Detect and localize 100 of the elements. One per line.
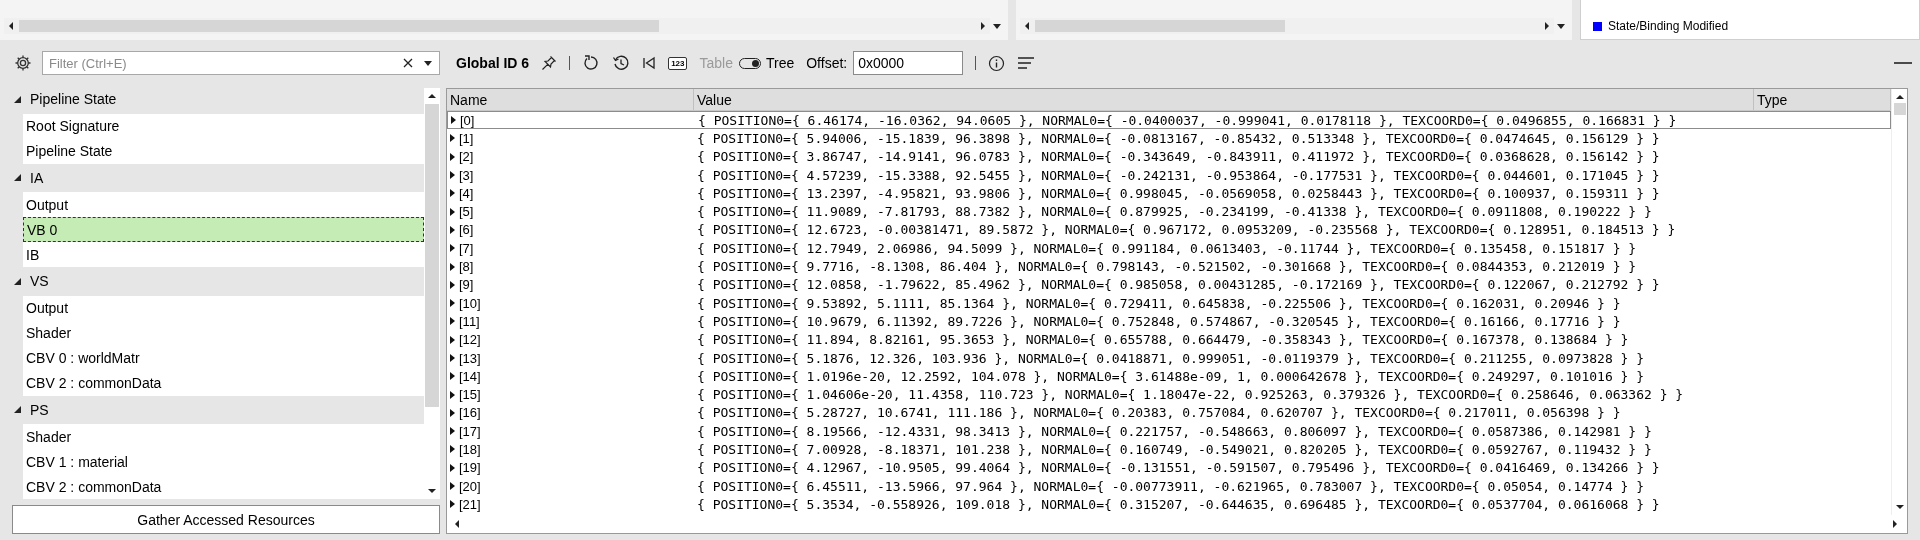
- scroll-down-icon[interactable]: [1894, 503, 1905, 511]
- scroll-right-icon[interactable]: [1543, 21, 1551, 31]
- caret-icon[interactable]: [13, 405, 22, 415]
- element-value: { POSITION0={ 1.04606e-20, 11.4358, 110.723 }, NORMAL0={ 1.18047e-22, 0.925263, 0.379326 }, TEXCOORD0={ 0.258646, 0.063362 } }: [696, 387, 1685, 403]
- expand-arrow-icon[interactable]: [449, 353, 456, 363]
- column-header[interactable]: Value: [694, 89, 1754, 110]
- expand-arrow-icon[interactable]: [449, 407, 456, 418]
- pin-icon[interactable]: [541, 55, 558, 71]
- table-row[interactable]: [11] { POSITION0={ 10.9679, 6.11392, 89.7226 }, NORMAL0={ 0.752848, 0.574867, -0.320545 }, TEXCOORD0={ 0.16166, 0.17716 } }: [447, 312, 1891, 331]
- table-row[interactable]: [21] { POSITION0={ 5.3534, -0.558926, 109.018 }, NORMAL0={ 0.315207, -0.644635, 0.696485 }, TEXCOORD0={ 0.0537704, 0.0616068 } }: [447, 495, 1891, 514]
- tree-item[interactable]: Shader: [23, 320, 424, 346]
- expand-arrow-icon[interactable]: [449, 316, 456, 327]
- table-row[interactable]: [6] { POSITION0={ 12.6723, -0.00381471, 89.5872 }, NORMAL0={ 0.967172, 0.0953209, -0.235568 }, TEXCOORD0={ 0.128951, 0.184513 } }: [447, 220, 1891, 240]
- element-value: { POSITION0={ 12.6723, -0.00381471, 89.5872 }, NORMAL0={ 0.967172, 0.0953209, -0.235568 }, TEXCOORD0={ 0.128951, 0.184513 } }: [696, 222, 1677, 238]
- offset-field[interactable]: 0x0000: [853, 51, 964, 75]
- tree-item[interactable]: Root Signature: [23, 113, 424, 139]
- tree-item[interactable]: VB 0: [23, 217, 424, 242]
- info-icon[interactable]: [988, 54, 1006, 72]
- tree-item[interactable]: Output: [23, 295, 424, 321]
- tree-group[interactable]: PS: [8, 398, 424, 421]
- table-row[interactable]: [1] { POSITION0={ 5.94006, -15.1839, 96.3898 }, NORMAL0={ -0.0813167, -0.85432, 0.513348 }, TEXCOORD0={ 0.0474645, 0.156129 } }: [447, 129, 1891, 148]
- scroll-left-icon[interactable]: [7, 21, 15, 31]
- table-row[interactable]: [7] { POSITION0={ 12.7949, 2.06986, 94.5099 }, NORMAL0={ 0.991184, 0.0613403, -0.11744 }, TEXCOORD0={ 0.135458, 0.151817 } }: [447, 239, 1891, 258]
- horizontal-scrollbar[interactable]: [1020, 18, 1554, 34]
- scroll-up-icon[interactable]: [427, 92, 437, 100]
- table-row[interactable]: [12] { POSITION0={ 11.894, 8.82161, 95.3653 }, NORMAL0={ 0.655788, 0.664479, -0.358343 }, TEXCOORD0={ 0.167378, 0.138684 } }: [447, 330, 1891, 349]
- tree-group[interactable]: Pipeline State: [8, 88, 424, 111]
- table-row[interactable]: [13] { POSITION0={ 5.1876, 12.326, 103.936 }, NORMAL0={ 0.0418871, 0.999051, -0.0119379 }, TEXCOORD0={ 0.211255, 0.0973828 } }: [447, 348, 1891, 368]
- expand-arrow-icon[interactable]: [449, 133, 456, 144]
- table-row[interactable]: [8] { POSITION0={ 9.7716, -8.1308, 86.404 }, NORMAL0={ 0.798143, -0.521502, -0.301668 }, TEXCOORD0={ 0.0844353, 0.212019 } }: [447, 257, 1891, 276]
- tree-group[interactable]: VS: [8, 270, 424, 293]
- tree-item[interactable]: CBV 1 : material: [23, 449, 424, 474]
- clear-icon[interactable]: [402, 57, 414, 69]
- scroll-right-icon[interactable]: [1891, 519, 1899, 529]
- table-row[interactable]: [0] { POSITION0={ 6.46174, -16.0362, 94.0605 }, NORMAL0={ -0.0400037, -0.999041, 0.0178118 }, TEXCOORD0={ 0.0496855, 0.166831 } }: [447, 111, 1891, 130]
- number-format-button[interactable]: 123: [668, 56, 688, 70]
- table-row[interactable]: [17] { POSITION0={ 8.19566, -12.4331, 98.3413 }, NORMAL0={ 0.221757, -0.548663, 0.806097 }, TEXCOORD0={ 0.0587386, 0.142981 } }: [447, 422, 1891, 441]
- tree-item[interactable]: IB: [23, 242, 424, 267]
- expand-arrow-icon[interactable]: [449, 188, 456, 199]
- tree-group[interactable]: IA: [8, 166, 424, 189]
- scroll-left-icon[interactable]: [1023, 21, 1031, 31]
- table-row[interactable]: [2] { POSITION0={ 3.86747, -14.9141, 96.0783 }, NORMAL0={ -0.343649, -0.843911, 0.411972 }, TEXCOORD0={ 0.0368628, 0.156142 } }: [447, 147, 1891, 166]
- caret-icon[interactable]: [13, 94, 22, 104]
- expand-arrow-icon[interactable]: [449, 334, 456, 345]
- expand-arrow-icon[interactable]: [449, 224, 456, 235]
- horizontal-scrollbar[interactable]: [4, 18, 990, 34]
- table-row[interactable]: [4] { POSITION0={ 13.2397, -4.95821, 93.9806 }, NORMAL0={ 0.998045, -0.0569058, 0.0258443 }, TEXCOORD0={ 0.100937, 0.159311 } }: [447, 184, 1891, 203]
- tree-item[interactable]: Output: [23, 192, 424, 217]
- element-value: { POSITION0={ 8.19566, -12.4331, 98.3413 }, NORMAL0={ 0.221757, -0.548663, 0.806097 }, TEXCOORD0={ 0.0587386, 0.142981 } }: [696, 423, 1653, 439]
- table-row[interactable]: [14] { POSITION0={ 1.0196e-20, 12.2592, 104.078 }, NORMAL0={ 3.61488e-09, 1, 0.000642678 }, TEXCOORD0={ 0.249297, 0.101016 } }: [447, 367, 1891, 386]
- expand-arrow-icon[interactable]: [449, 170, 456, 181]
- vertical-scrollbar[interactable]: [1891, 89, 1907, 515]
- scroll-left-icon[interactable]: [453, 519, 461, 529]
- scroll-up-icon[interactable]: [1894, 93, 1905, 101]
- scroll-right-icon[interactable]: [979, 21, 987, 31]
- expand-arrow-icon[interactable]: [449, 426, 456, 437]
- step-back-icon[interactable]: [642, 56, 657, 70]
- element-index: [17]: [459, 423, 481, 439]
- table-row[interactable]: [15] { POSITION0={ 1.04606e-20, 11.4358, 110.723 }, NORMAL0={ 1.18047e-22, 0.925263, 0.379326 }, TEXCOORD0={ 0.258646, 0.063362 } }: [447, 385, 1891, 404]
- table-row[interactable]: [16] { POSITION0={ 5.28727, 10.6741, 111.186 }, NORMAL0={ 0.20383, 0.757084, 0.620707 }, TEXCOORD0={ 0.217011, 0.056398 } }: [447, 403, 1891, 423]
- table-row[interactable]: [3] { POSITION0={ 4.57239, -15.3388, 92.5455 }, NORMAL0={ -0.242131, -0.953864, -0.177531 }, TEXCOORD0={ 0.044601, 0.171045 } }: [447, 165, 1891, 185]
- element-index: [15]: [459, 387, 481, 403]
- caret-icon[interactable]: [13, 276, 22, 286]
- tree-item[interactable]: Pipeline State: [23, 138, 424, 164]
- table-row[interactable]: [10] { POSITION0={ 9.53892, 5.1111, 85.1364 }, NORMAL0={ 0.729411, 0.645838, -0.225506 }, TEXCOORD0={ 0.162031, 0.20946 } }: [447, 293, 1891, 313]
- expand-arrow-icon[interactable]: [449, 389, 456, 400]
- expand-arrow-icon[interactable]: [449, 499, 456, 510]
- expand-arrow-icon[interactable]: [449, 462, 456, 473]
- history-icon[interactable]: [612, 54, 631, 72]
- tree-item[interactable]: CBV 0 : worldMatr: [23, 345, 424, 371]
- expand-arrow-icon[interactable]: [449, 206, 456, 217]
- expand-arrow-icon[interactable]: [450, 115, 457, 126]
- scroll-down-icon[interactable]: [427, 487, 437, 495]
- expand-arrow-icon[interactable]: [449, 444, 456, 455]
- gather-resources-button[interactable]: Gather Accessed Resources: [12, 505, 440, 534]
- table-row[interactable]: [18] { POSITION0={ 7.00928, -8.18371, 101.238 }, NORMAL0={ 0.160749, -0.549021, 0.820205 }, TEXCOORD0={ 0.0592767, 0.119432 } }: [447, 440, 1891, 459]
- filter-field[interactable]: Filter (Ctrl+E): [42, 51, 440, 75]
- tree-item[interactable]: Shader: [23, 424, 424, 449]
- table-row[interactable]: [19] { POSITION0={ 4.12967, -10.9505, 99.4064 }, NORMAL0={ -0.131551, -0.591507, 0.795496 }, TEXCOORD0={ 0.0416469, 0.134266 } }: [447, 458, 1891, 477]
- expand-arrow-icon[interactable]: [449, 481, 456, 492]
- table-row[interactable]: [9] { POSITION0={ 12.0858, -1.79622, 85.4962 }, NORMAL0={ 0.985058, 0.00431285, -0.172169 }, TEXCOORD0={ 0.122067, 0.212792 } }: [447, 275, 1891, 294]
- expand-arrow-icon[interactable]: [449, 279, 456, 290]
- vertical-scrollbar[interactable]: [424, 88, 440, 499]
- expand-arrow-icon[interactable]: [449, 243, 456, 254]
- column-header[interactable]: Name: [447, 89, 694, 110]
- expand-arrow-icon[interactable]: [449, 151, 456, 162]
- scroll-thumb[interactable]: [1893, 103, 1906, 115]
- element-value: { POSITION0={ 9.53892, 5.1111, 85.1364 }, NORMAL0={ 0.729411, 0.645838, -0.225506 }, TEXCOORD0={ 0.162031, 0.20946 } }: [696, 295, 1622, 311]
- refresh-icon[interactable]: [582, 54, 601, 72]
- table-row[interactable]: [20] { POSITION0={ 6.45511, -13.5966, 97.964 }, NORMAL0={ -0.00773911, -0.621965, 0.783007 }, TEXCOORD0={ 0.05054, 0.14774 } }: [447, 476, 1891, 496]
- expand-arrow-icon[interactable]: [449, 298, 456, 309]
- text-lines-icon[interactable]: [1017, 56, 1036, 70]
- tree-item[interactable]: CBV 2 : commonData: [23, 474, 424, 499]
- expand-arrow-icon[interactable]: [449, 371, 456, 382]
- settings-icon[interactable]: [14, 54, 32, 72]
- expand-arrow-icon[interactable]: [449, 261, 456, 272]
- minimize-icon[interactable]: [1894, 60, 1912, 66]
- table-row[interactable]: [5] { POSITION0={ 11.9089, -7.81793, 88.7382 }, NORMAL0={ 0.879925, -0.234199, -0.41338 }, TEXCOORD0={ 0.0911808, 0.190222 } }: [447, 202, 1891, 221]
- caret-icon[interactable]: [13, 173, 22, 183]
- tree-item[interactable]: CBV 2 : commonData: [23, 370, 424, 396]
